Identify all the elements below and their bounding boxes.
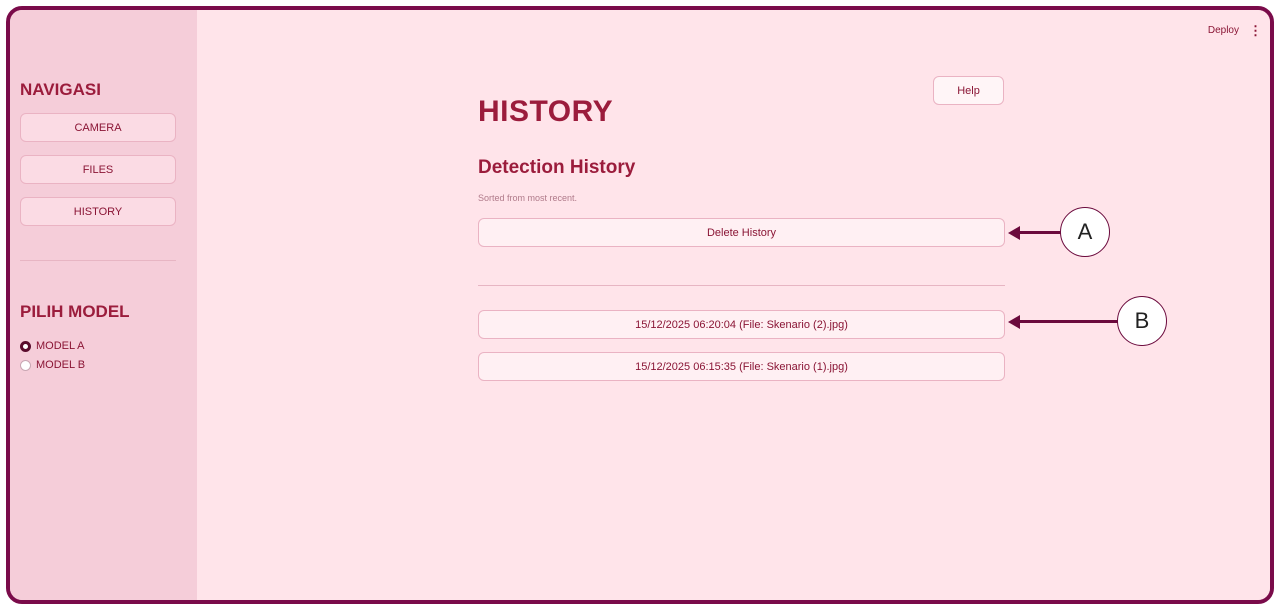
radio-unselected-icon <box>20 359 31 371</box>
nav-history-button[interactable]: HISTORY <box>20 197 176 226</box>
model-heading: PILIH MODEL <box>20 302 130 321</box>
section-subtitle: Detection History <box>478 157 636 178</box>
topbar: Deploy ⋮ <box>1208 24 1262 37</box>
annotation-b-marker: B <box>1117 296 1167 346</box>
model-b-label: MODEL B <box>36 359 86 371</box>
nav-camera-button[interactable]: CAMERA <box>20 113 176 142</box>
radio-selected-icon <box>20 340 31 352</box>
page-title: HISTORY <box>478 95 614 128</box>
help-button[interactable]: Help <box>933 76 1004 105</box>
model-b-radio[interactable]: MODEL B <box>20 359 85 371</box>
nav-files-button[interactable]: FILES <box>20 155 176 184</box>
history-entry-button[interactable]: 15/12/2025 06:20:04 (File: Skenario (2).… <box>478 310 1005 339</box>
annotation-a-line <box>1018 231 1061 234</box>
annotation-b-line <box>1018 320 1118 323</box>
sidebar: NAVIGASI CAMERA FILES HISTORY PILIH MODE… <box>10 10 197 600</box>
model-a-label: MODEL A <box>36 340 85 352</box>
main-divider <box>478 285 1005 286</box>
app-frame: NAVIGASI CAMERA FILES HISTORY PILIH MODE… <box>6 6 1274 604</box>
deploy-button[interactable]: Deploy <box>1208 25 1239 36</box>
sort-caption: Sorted from most recent. <box>478 193 578 203</box>
history-entry-button[interactable]: 15/12/2025 06:15:35 (File: Skenario (1).… <box>478 352 1005 381</box>
nav-heading: NAVIGASI <box>20 80 101 99</box>
sidebar-divider <box>20 260 176 261</box>
model-a-radio[interactable]: MODEL A <box>20 340 85 352</box>
delete-history-button[interactable]: Delete History <box>478 218 1005 247</box>
main-content: Deploy ⋮ HISTORY Help Detection History … <box>197 10 1270 600</box>
kebab-menu-icon[interactable]: ⋮ <box>1249 24 1262 37</box>
annotation-a-marker: A <box>1060 207 1110 257</box>
